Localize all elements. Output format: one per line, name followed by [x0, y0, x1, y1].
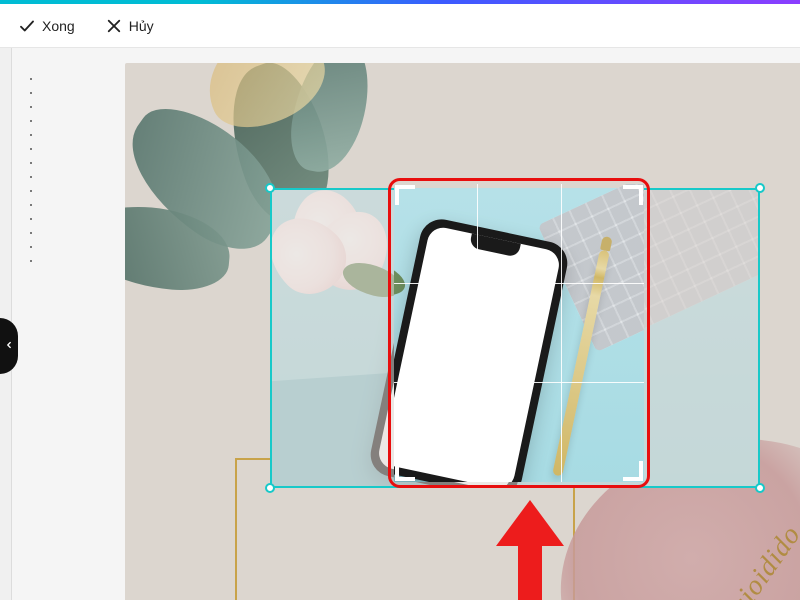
crop-handle-bl[interactable] — [395, 461, 415, 481]
image-handle-bl[interactable] — [265, 483, 275, 493]
done-button[interactable]: Xong — [14, 11, 79, 41]
check-icon — [18, 17, 36, 35]
cancel-button[interactable]: Hủy — [101, 11, 158, 41]
workspace: hỏi đáp - thegioidido — [0, 48, 800, 600]
image-handle-tr[interactable] — [755, 183, 765, 193]
crop-handle-tl[interactable] — [395, 185, 415, 205]
crop-toolbar: Xong Hủy — [0, 4, 800, 48]
x-icon — [105, 17, 123, 35]
crop-window[interactable] — [388, 178, 650, 488]
cancel-label: Hủy — [129, 18, 154, 34]
image-handle-tl[interactable] — [265, 183, 275, 193]
crop-handle-br[interactable] — [623, 461, 643, 481]
done-label: Xong — [42, 18, 75, 34]
crop-window-image — [394, 184, 644, 482]
chevron-left-icon — [4, 337, 14, 355]
vertical-ruler — [30, 78, 32, 600]
crop-handle-tr[interactable] — [623, 185, 643, 205]
expand-panel-handle[interactable] — [0, 318, 18, 374]
image-handle-br[interactable] — [755, 483, 765, 493]
